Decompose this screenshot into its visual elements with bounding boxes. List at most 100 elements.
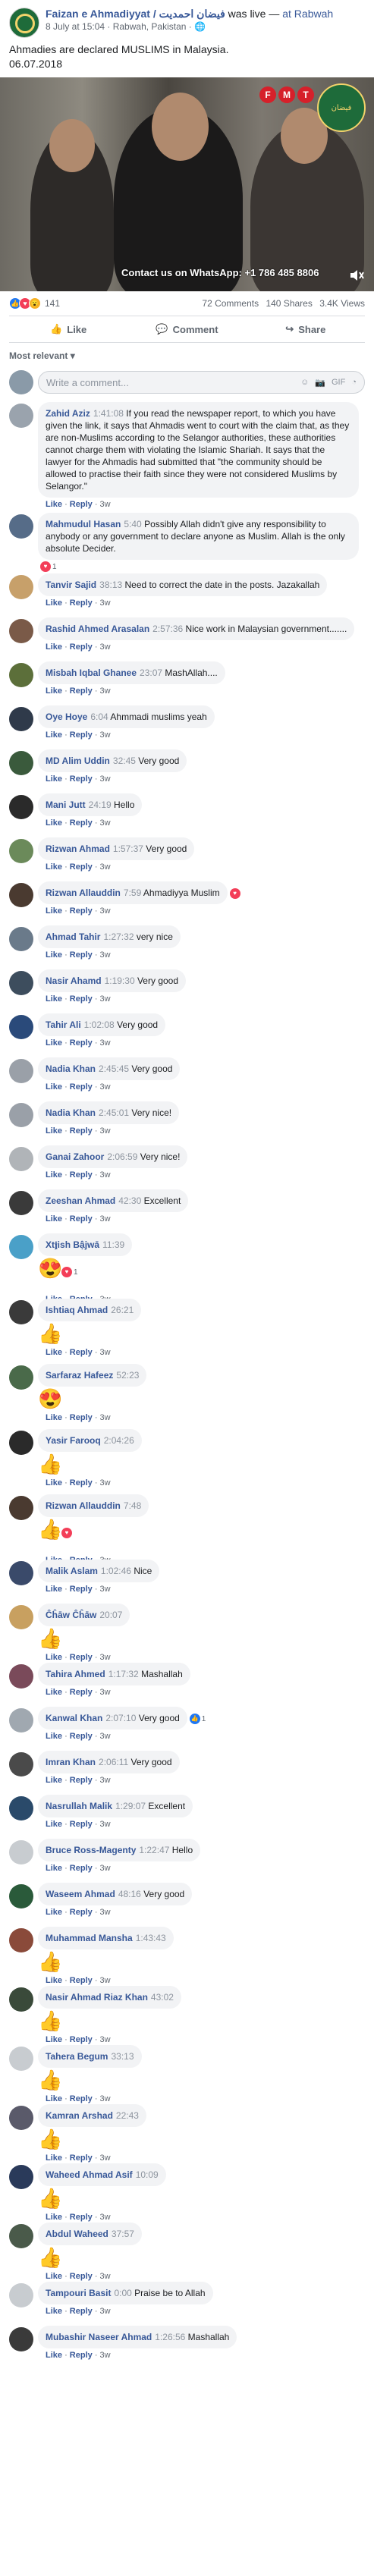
camera-icon[interactable]: 📷 xyxy=(315,378,325,388)
commenter-avatar[interactable] xyxy=(9,1752,33,1776)
comment-reply-link[interactable]: Reply xyxy=(70,642,93,652)
comment-age[interactable]: 3w xyxy=(100,1688,111,1697)
comment-like-link[interactable]: Like xyxy=(46,1126,62,1136)
reaction-summary[interactable]: 👍 ♥ 😮 141 xyxy=(9,297,60,309)
comment-age[interactable]: 3w xyxy=(100,2351,111,2360)
comment-age[interactable]: 3w xyxy=(100,1170,111,1180)
comment-video-timestamp[interactable]: 2:07:10 xyxy=(105,1713,136,1723)
comment-like-link[interactable]: Like xyxy=(46,2035,62,2044)
commenter-avatar[interactable] xyxy=(9,927,33,951)
comment-like-link[interactable]: Like xyxy=(46,1038,62,1048)
commenter-name[interactable]: Mubashir Naseer Ahmad xyxy=(46,2332,152,2342)
comment-video-timestamp[interactable]: 2:57:36 xyxy=(152,624,183,634)
comment-video-timestamp[interactable]: 1:22:47 xyxy=(139,1845,169,1855)
commenter-name[interactable]: Tahera Begum xyxy=(46,2051,108,2062)
comment-video-timestamp[interactable]: 7:48 xyxy=(124,1500,141,1511)
commenter-name[interactable]: Mani Jutt xyxy=(46,800,86,810)
commenter-avatar[interactable] xyxy=(9,1235,33,1259)
comment-reply-link[interactable]: Reply xyxy=(70,2307,93,2316)
commenter-name[interactable]: Rashid Ahmed Arasalan xyxy=(46,624,149,634)
comment-video-timestamp[interactable]: 2:04:26 xyxy=(104,1435,134,1446)
comment-like-link[interactable]: Like xyxy=(46,1732,62,1741)
commenter-avatar[interactable] xyxy=(9,1840,33,1864)
comment-age[interactable]: 3w xyxy=(100,818,111,828)
comment-age[interactable]: 3w xyxy=(100,1082,111,1092)
commenter-name[interactable]: Oye Hoye xyxy=(46,712,87,722)
comment-like-link[interactable]: Like xyxy=(46,1082,62,1092)
comment-video-timestamp[interactable]: 24:19 xyxy=(89,800,112,810)
commenter-name[interactable]: Ahmad Tahir xyxy=(46,931,100,942)
comment-reply-link[interactable]: Reply xyxy=(70,1776,93,1785)
comment-reply-link[interactable]: Reply xyxy=(70,686,93,696)
commenter-name[interactable]: Tahira Ahmed xyxy=(46,1669,105,1679)
comment-reply-link[interactable]: Reply xyxy=(70,2213,93,2222)
comment-video-timestamp[interactable]: 22:43 xyxy=(116,2110,139,2121)
comment-like-link[interactable]: Like xyxy=(46,1214,62,1224)
comment-video-timestamp[interactable]: 1:17:32 xyxy=(108,1669,139,1679)
comment-age[interactable]: 3w xyxy=(100,500,111,509)
like-reaction-icon[interactable]: 👍 xyxy=(189,1713,200,1724)
commenter-name[interactable]: Ishtiaq Ahmad xyxy=(46,1305,108,1315)
comment-video-timestamp[interactable]: 38:13 xyxy=(99,580,122,590)
comment-reply-link[interactable]: Reply xyxy=(70,1864,93,1873)
comment-age[interactable]: 3w xyxy=(100,1976,111,1985)
comment-like-link[interactable]: Like xyxy=(46,1688,62,1697)
comment-video-timestamp[interactable]: 43:02 xyxy=(151,1992,174,2003)
comment-reply-link[interactable]: Reply xyxy=(70,2351,93,2360)
commenter-name[interactable]: Waheed Ahmad Asif xyxy=(46,2169,133,2180)
comment-age[interactable]: 3w xyxy=(100,1732,111,1741)
commenter-name[interactable]: Ĉĥāw Ĉĥāw xyxy=(46,1610,96,1620)
page-name-link[interactable]: Faizan e Ahmadiyyat / فیضان احمدیت xyxy=(46,8,225,20)
commenter-name[interactable]: Misbah Iqbal Ghanee xyxy=(46,668,137,678)
comment-like-link[interactable]: Like xyxy=(46,1413,62,1422)
comment-age[interactable]: 3w xyxy=(100,2035,111,2044)
love-reaction-icon[interactable]: ♥ xyxy=(61,1266,72,1277)
comment-video-timestamp[interactable]: 23:07 xyxy=(140,668,162,678)
commenter-name[interactable]: Nasir Ahamd xyxy=(46,975,102,986)
comment-age[interactable]: 3w xyxy=(100,1908,111,1917)
commenter-avatar[interactable] xyxy=(9,619,33,643)
page-avatar[interactable] xyxy=(9,8,39,38)
comment-like-link[interactable]: Like xyxy=(46,2307,62,2316)
comment-age[interactable]: 3w xyxy=(100,1214,111,1224)
love-reaction-icon[interactable]: ♥ xyxy=(61,1527,72,1538)
commenter-avatar[interactable] xyxy=(9,1300,33,1324)
comment-reply-link[interactable]: Reply xyxy=(70,1653,93,1662)
commenter-avatar[interactable] xyxy=(9,1796,33,1820)
share-button[interactable]: ↪ Share xyxy=(247,323,365,335)
comment-like-link[interactable]: Like xyxy=(46,774,62,784)
commenter-avatar[interactable] xyxy=(9,839,33,863)
commenter-name[interactable]: Kamran Arshad xyxy=(46,2110,113,2121)
comment-video-timestamp[interactable]: 1:41:08 xyxy=(93,408,124,419)
comment-like-link[interactable]: Like xyxy=(46,1653,62,1662)
comment-video-timestamp[interactable]: 1:27:32 xyxy=(103,931,134,942)
comment-sort-dropdown[interactable]: Most relevant ▾ xyxy=(0,343,374,366)
commenter-avatar[interactable] xyxy=(9,1708,33,1733)
comment-age[interactable]: 3w xyxy=(100,1038,111,1048)
commenter-avatar[interactable] xyxy=(9,883,33,907)
love-reaction-icon[interactable]: ♥ xyxy=(40,561,51,572)
commenter-name[interactable]: Imran Khan xyxy=(46,1757,96,1767)
comment-reply-link[interactable]: Reply xyxy=(70,994,93,1004)
comment-video-timestamp[interactable]: 6:04 xyxy=(90,712,108,722)
comment-like-link[interactable]: Like xyxy=(46,994,62,1004)
comment-age[interactable]: 3w xyxy=(100,2307,111,2316)
comment-reply-link[interactable]: Reply xyxy=(70,1413,93,1422)
comment-video-timestamp[interactable]: 52:23 xyxy=(116,1370,139,1381)
commenter-name[interactable]: Nasrullah Malik xyxy=(46,1801,112,1811)
comment-age[interactable]: 3w xyxy=(100,862,111,872)
comment-like-link[interactable]: Like xyxy=(46,1585,62,1594)
commenter-avatar[interactable] xyxy=(9,404,33,428)
video-player[interactable]: F M T فیضان Contact us on WhatsApp: +1 7… xyxy=(0,77,374,291)
comment-like-link[interactable]: Like xyxy=(46,906,62,916)
comment-reply-link[interactable]: Reply xyxy=(70,1126,93,1136)
commenter-avatar[interactable] xyxy=(9,751,33,775)
comment-video-timestamp[interactable]: 33:13 xyxy=(111,2051,134,2062)
comment-like-link[interactable]: Like xyxy=(46,730,62,740)
commenter-name[interactable]: Bruce Ross-Magenty xyxy=(46,1845,136,1855)
comment-video-timestamp[interactable]: 1:02:46 xyxy=(101,1566,131,1576)
comment-reply-link[interactable]: Reply xyxy=(70,2035,93,2044)
comment-reply-link[interactable]: Reply xyxy=(70,2272,93,2281)
comment-video-timestamp[interactable]: 2:06:59 xyxy=(107,1151,137,1162)
comment-video-timestamp[interactable]: 1:26:56 xyxy=(155,2332,185,2342)
